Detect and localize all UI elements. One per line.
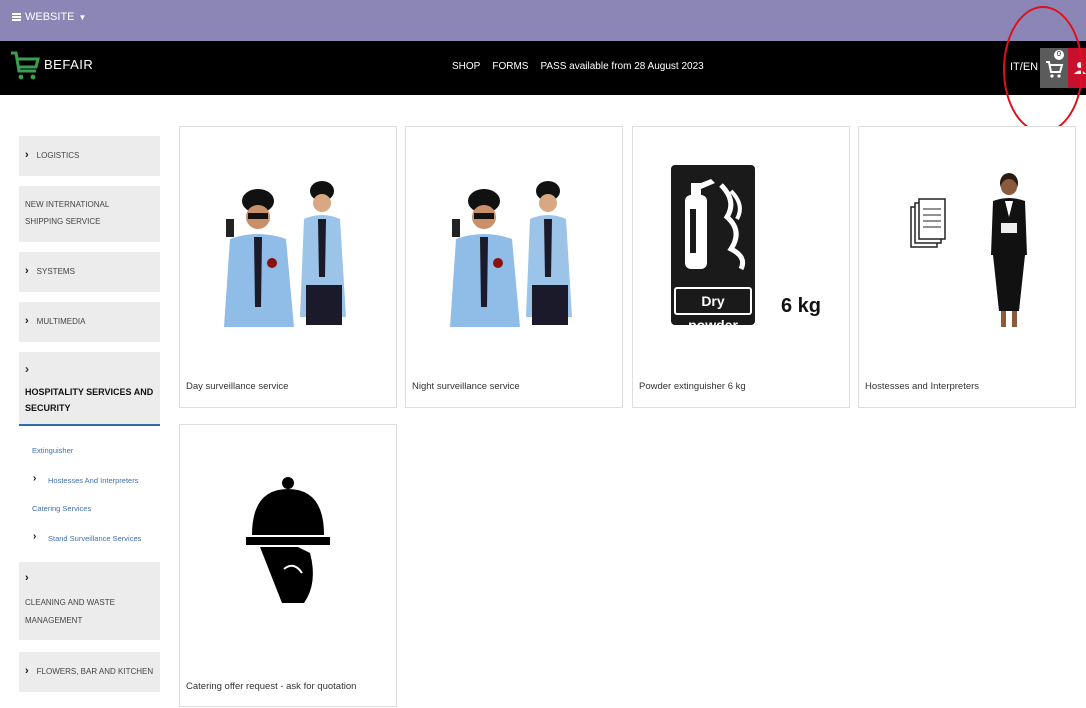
sidebar-item-flowers[interactable]: › FLOWERS, BAR AND KITCHEN [19,652,160,692]
logo[interactable]: BEFAIR [10,47,93,81]
hostess-image [991,173,1027,327]
user-icon [1074,62,1086,74]
sub-link-extinguisher[interactable]: Extinguisher [32,446,73,455]
product-card[interactable]: Dry powder 6 kg Powder extinguisher 6 kg [632,126,850,408]
chevron-right-icon: › [25,572,29,584]
cart-logo-icon [11,51,40,80]
sidebar-item-hospitality[interactable]: › HOSPITALITY SERVICES AND SECURITY [19,352,160,426]
chevron-right-icon: › [25,665,29,677]
sidebar-item-logistics[interactable]: › LOGISTICS [19,136,160,176]
menu-icon [12,13,21,21]
nav-forms[interactable]: FORMS [492,61,528,72]
language-switch[interactable]: IT/EN [1010,61,1038,73]
nav-shop[interactable]: SHOP [452,61,480,72]
sub-link-stand[interactable]: Stand Surveillance Services [48,534,141,543]
website-bar: WEBSITE ▼ [0,0,1086,41]
sidebar-item-multimedia[interactable]: › MULTIMEDIA [19,302,160,342]
chevron-right-icon: › [25,362,29,376]
product-name: Powder extinguisher 6 kg [639,381,746,392]
sub-link-catering[interactable]: Catering Services [32,504,91,513]
product-card[interactable]: Night surveillance service [405,126,623,408]
fire-extinguisher-icon [685,179,746,271]
product-card[interactable]: Catering offer request - ask for quotati… [179,424,397,707]
sub-link-hostesses[interactable]: Hostesses And Interpreters [48,476,138,485]
sidebar-label: MULTIMEDIA [36,317,86,326]
product-name: Night surveillance service [412,381,520,392]
product-name: Day surveillance service [186,381,289,392]
chevron-right-icon: › [33,473,37,484]
sidebar-label: SYSTEMS [36,267,75,276]
product-name: Catering offer request - ask for quotati… [186,681,357,692]
cart-button[interactable]: 0 [1040,48,1068,88]
sidebar-item-systems[interactable]: › SYSTEMS [19,252,160,292]
document-icon [910,198,946,248]
product-name: Hostesses and Interpreters [865,381,980,392]
sidebar-label: FLOWERS, BAR AND KITCHEN [36,667,154,676]
site-header: BEFAIR SHOP FORMS PASS available from 28… [0,41,1086,95]
security-guards-image [450,181,572,327]
user-button[interactable] [1068,48,1086,88]
sidebar-label: LOGISTICS [36,151,80,160]
sidebar-label: NEW INTERNATIONAL SHIPPING SERVICE [25,200,110,226]
product-card[interactable]: Day surveillance service [179,126,397,408]
sidebar-label: CLEANING AND WASTE MANAGEMENT [25,598,115,625]
weight-label: 6 kg [781,295,822,317]
logo-text: BEFAIR [44,56,94,72]
website-label: WEBSITE [25,11,75,23]
dry-powder-label: Dry powder [674,287,752,333]
cart-count-badge: 0 [1054,50,1064,60]
cloche-icon [246,477,330,603]
sidebar-item-cleaning[interactable]: › CLEANING AND WASTE MANAGEMENT [19,562,160,640]
caret-down-icon: ▼ [78,12,87,22]
chevron-right-icon: › [25,149,29,161]
nav-pass[interactable]: PASS available from 28 August 2023 [540,61,703,72]
website-menu[interactable]: WEBSITE ▼ [12,11,86,23]
sidebar-label: HOSPITALITY SERVICES AND SECURITY [25,387,154,413]
main-nav: SHOP FORMS PASS available from 28 August… [452,61,704,72]
sidebar-item-shipping[interactable]: NEW INTERNATIONAL SHIPPING SERVICE [19,186,160,242]
extinguisher-sign: Dry powder [671,165,755,333]
product-card[interactable]: Hostesses and Interpreters [858,126,1076,408]
chevron-right-icon: › [33,531,37,542]
security-guards-image [224,181,346,327]
chevron-right-icon: › [25,315,29,327]
chevron-right-icon: › [25,265,29,277]
